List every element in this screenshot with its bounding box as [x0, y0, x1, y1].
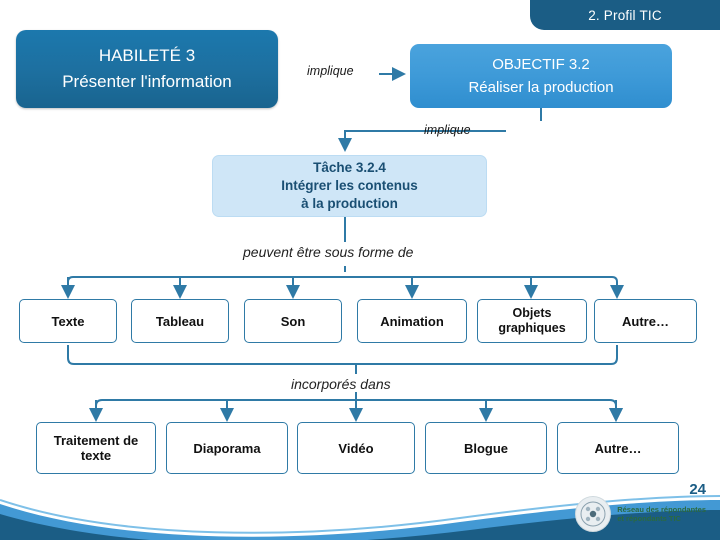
leaf-video-label: Vidéo [338, 440, 374, 456]
slide-canvas: 2. Profil TIC HABILETÉ 3 Présenter l'inf… [0, 0, 720, 540]
reptic-logo-line2: et répondants TIC [617, 514, 681, 523]
header-title: 2. Profil TIC [588, 7, 662, 23]
connector-label-implique-1: implique [307, 64, 354, 78]
objectif-line2: Réaliser la production [468, 79, 614, 96]
leaf-video: Vidéo [297, 422, 415, 474]
leaf-son: Son [244, 299, 342, 343]
reptic-logo-text: Réseau des répondantes et répondants TIC [617, 505, 706, 523]
leaf-autre-formes: Autre… [594, 299, 697, 343]
leaf-diaporama-label: Diaporama [193, 440, 261, 456]
leaf-diaporama: Diaporama [166, 422, 288, 474]
leaf-traitement-de-texte: Traitement de texte [36, 422, 156, 474]
tache-line3: à la production [301, 196, 398, 211]
leaf-son-label: Son [280, 313, 306, 329]
leaf-autre-formes-label: Autre… [622, 313, 669, 329]
leaf-autre-supports-label: Autre… [594, 440, 642, 456]
leaf-objets-graphiques-label: Objets graphiques [498, 306, 566, 335]
leaf-animation: Animation [357, 299, 467, 343]
node-objectif-3-2: OBJECTIF 3.2 Réaliser la production [410, 44, 672, 108]
slide-header-tab: 2. Profil TIC [530, 0, 720, 30]
leaf-tableau-label: Tableau [155, 313, 205, 329]
reptic-logo-line1: Réseau des répondantes [617, 505, 706, 514]
leaf-tableau: Tableau [131, 299, 229, 343]
objectif-line1: OBJECTIF 3.2 [492, 56, 590, 73]
leaf-traitement-de-texte-label: Traitement de texte [53, 433, 139, 463]
tache-line1: Tâche 3.2.4 [313, 160, 386, 175]
leaf-autre-supports: Autre… [557, 422, 679, 474]
leaf-blogue: Blogue [425, 422, 547, 474]
node-habilete-3: HABILETÉ 3 Présenter l'information [16, 30, 278, 108]
reptic-logo: Réseau des répondantes et répondants TIC [575, 496, 706, 532]
leaf-objets-graphiques: Objets graphiques [477, 299, 587, 343]
leaf-animation-label: Animation [380, 313, 444, 329]
leaf-texte-label: Texte [51, 313, 85, 329]
leaf-blogue-label: Blogue [463, 440, 509, 456]
connector-label-formes: peuvent être sous forme de [243, 244, 414, 260]
reptic-logo-icon [575, 496, 612, 532]
tache-line2: Intégrer les contenus [281, 178, 418, 193]
connector-label-implique-2: implique [424, 123, 471, 137]
connector-label-incorpores: incorporés dans [291, 376, 391, 392]
leaf-texte: Texte [19, 299, 117, 343]
habilete-line2: Présenter l'information [62, 72, 232, 91]
node-tache-3-2-4: Tâche 3.2.4 Intégrer les contenus à la p… [212, 155, 487, 217]
habilete-line1: HABILETÉ 3 [98, 46, 196, 65]
